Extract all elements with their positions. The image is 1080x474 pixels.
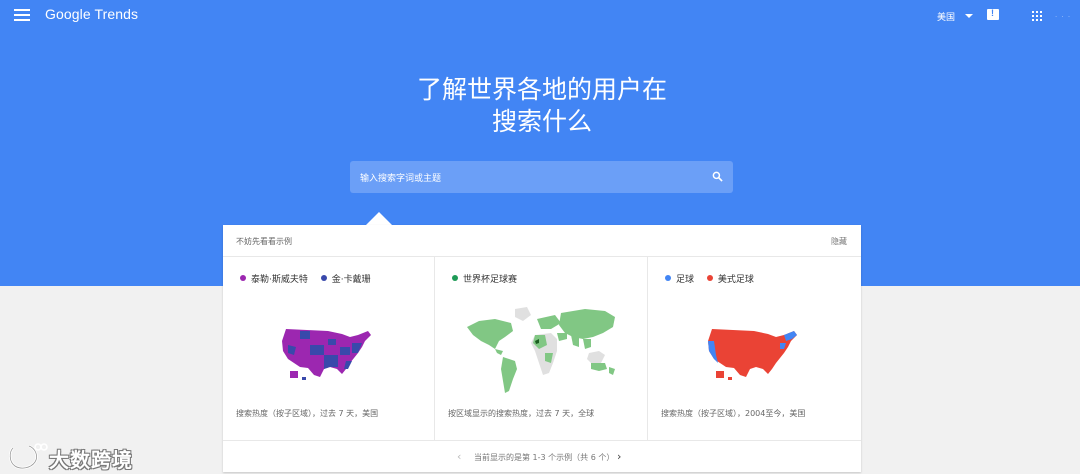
legend: 世界杯足球赛 [452,272,527,285]
legend-item: 美式足球 [706,275,754,285]
search-box[interactable]: 输入搜索字词或主题 [350,161,733,193]
pagination: ‹ 当前显示的是第 1-3 个示例（共 6 个） › [223,440,861,472]
legend-label: 美式足球 [717,275,754,285]
legend-dot [240,275,246,281]
legend-item: 世界杯足球赛 [452,275,517,285]
legend-dot [320,275,327,281]
legend-label: 世界杯足球赛 [463,275,518,285]
example-card-1[interactable]: 泰勒·斯威夫特 金·卡戴珊 搜索热度（按子区域），过去 7 天，美国 [223,257,435,440]
search-input[interactable]: 输入搜索字词或主题 [360,171,441,184]
hide-button[interactable]: 隐藏 [831,236,847,247]
callout-pointer [366,212,392,225]
feedback-icon[interactable] [987,8,999,20]
us-map-thumbnail [282,329,371,380]
example-caption: 搜索热度（按子区域），2004至今，美国 [661,409,806,418]
legend-dot [706,275,713,281]
page-title-line-1: 了解世界各地的用户在 [416,75,667,104]
legend-item: 金·卡戴珊 [320,275,371,285]
account-avatar[interactable]: · · · [1055,13,1071,21]
us-map-thumbnail [708,329,797,380]
legend: 足球 美式足球 [665,272,764,285]
legend-label: 泰勒·斯威夫特 [251,275,308,285]
brand-logo[interactable]: Google Trends [45,6,138,22]
legend-label: 金·卡戴珊 [331,275,371,285]
legend-item: 泰勒·斯威夫特 [240,275,308,285]
legend-dot [452,275,458,281]
example-card-2[interactable]: 世界杯足球赛 按区域显示的搜索热度，过去 7 天，全球 [435,257,648,440]
apps-grid-icon[interactable] [1032,11,1042,21]
search-icon[interactable] [712,171,723,182]
example-caption: 按区域显示的搜索热度，过去 7 天，全球 [448,409,595,418]
top-app-bar: Google Trends 美国 · · · [0,0,1080,32]
example-card-3[interactable]: 足球 美式足球 搜索热度（按子区域），2004至今，美国 [648,257,861,440]
examples-heading: 不妨先看看示例 [236,237,292,246]
region-selector-label[interactable]: 美国 [937,10,955,23]
menu-icon[interactable] [14,9,30,23]
pagination-status: 当前显示的是第 1-3 个示例（共 6 个） [474,453,615,462]
legend-dot [665,275,671,281]
prev-button[interactable]: ‹ [457,450,461,463]
next-button[interactable]: › [617,450,621,463]
page-title: 了解世界各地的用户在 搜索什么 [0,74,1080,138]
examples-card-header: 不妨先看看示例 隐藏 [223,225,861,257]
chevron-down-icon[interactable] [965,14,973,18]
example-caption: 搜索热度（按子区域），过去 7 天，美国 [236,409,379,418]
watermark-text: 大数跨境 [49,448,133,472]
page-title-line-2: 搜索什么 [491,107,592,136]
legend-label: 足球 [676,275,695,285]
world-map-thumbnail [467,307,615,393]
examples-card: 不妨先看看示例 隐藏 泰勒·斯威夫特 金·卡戴珊 搜索热度（按子区域），过去 7… [223,225,861,472]
legend-item: 足球 [665,275,694,285]
legend: 泰勒·斯威夫特 金·卡戴珊 [240,272,381,285]
